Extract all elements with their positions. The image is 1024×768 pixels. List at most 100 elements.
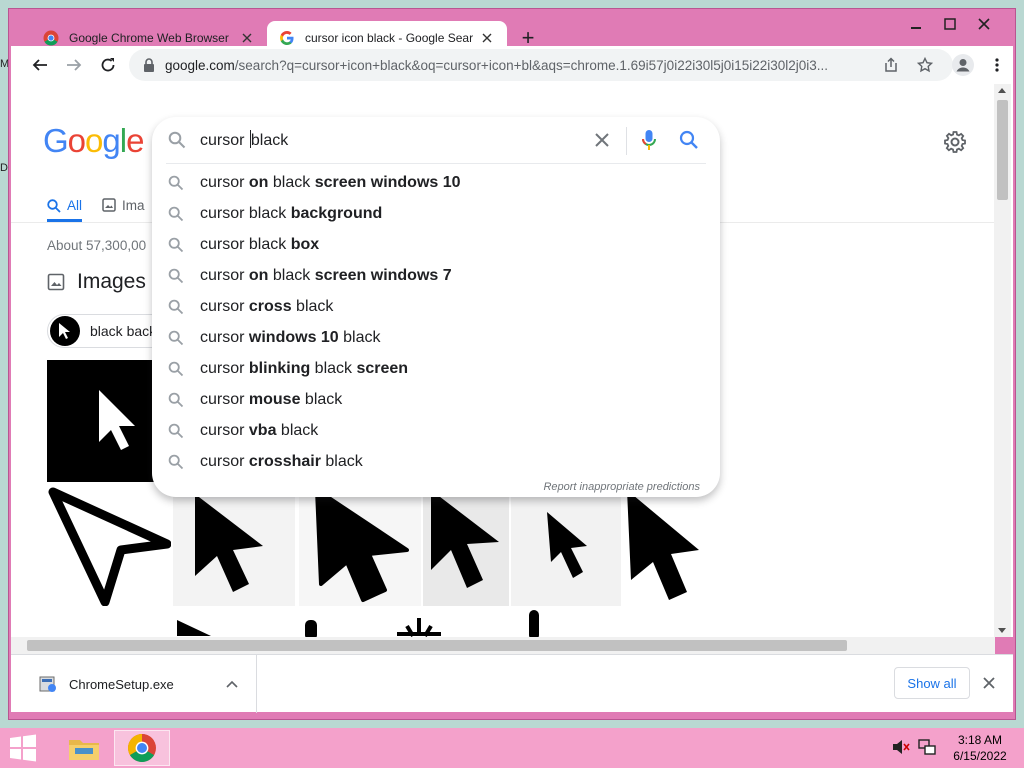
filter-chip[interactable]: black back xyxy=(47,314,170,348)
suggestion-item[interactable]: cursor mouse black xyxy=(152,384,720,415)
search-input[interactable]: cursor black xyxy=(200,130,288,150)
suggestion-list: cursor on black screen windows 10 cursor … xyxy=(152,167,720,477)
google-logo[interactable]: Google xyxy=(43,122,144,160)
search-icon xyxy=(168,175,184,190)
volume-muted-icon[interactable] xyxy=(892,738,910,756)
suggestion-item[interactable]: cursor on black screen windows 7 xyxy=(152,260,720,291)
images-section-heading: Images xyxy=(47,270,146,294)
suggestion-part: black xyxy=(310,359,357,377)
image-result[interactable] xyxy=(623,484,699,606)
download-item[interactable]: ChromeSetup.exe xyxy=(11,655,257,713)
vertical-scrollbar[interactable] xyxy=(994,84,1011,637)
suggestion-item[interactable]: cursor vba black xyxy=(152,415,720,446)
tab-close-button[interactable] xyxy=(239,30,255,46)
clear-search-icon[interactable] xyxy=(592,130,612,150)
search-submit-icon[interactable] xyxy=(679,130,699,150)
microphone-icon[interactable] xyxy=(641,129,657,151)
suggestion-bold-part: vba xyxy=(248,421,277,439)
maximize-icon xyxy=(944,18,956,30)
file-explorer-button[interactable] xyxy=(56,730,112,766)
taskbar-clock[interactable]: 3:18 AM 6/15/2022 xyxy=(948,732,1012,764)
cursor-arrow-icon xyxy=(431,490,499,588)
suggestion-text: cursor blinking black screen xyxy=(200,360,408,378)
system-tray xyxy=(892,738,936,756)
logo-letter: o xyxy=(67,122,86,159)
scrollbar-thumb[interactable] xyxy=(997,100,1008,200)
suggestion-part: cursor xyxy=(200,359,249,377)
image-result[interactable] xyxy=(173,484,295,606)
show-all-downloads-button[interactable]: Show all xyxy=(894,667,970,699)
suggestion-text: cursor cross black xyxy=(200,298,333,316)
maximize-button[interactable] xyxy=(937,13,963,35)
search-box-separator xyxy=(626,127,627,155)
search-icon xyxy=(168,330,184,345)
suggestion-item[interactable]: cursor cross black xyxy=(152,291,720,322)
address-bar[interactable]: google.com/search?q=cursor+icon+black&oq… xyxy=(129,49,999,81)
image-result[interactable] xyxy=(299,484,421,606)
report-predictions-link[interactable]: Report inappropriate predictions xyxy=(543,481,700,493)
bookmark-button[interactable] xyxy=(913,53,937,77)
share-icon xyxy=(885,57,897,72)
scroll-up-arrow-icon[interactable] xyxy=(998,88,1006,93)
horizontal-scrollbar[interactable] xyxy=(11,637,995,654)
menu-button[interactable] xyxy=(985,53,1009,77)
browser-window: Google Chrome Web Browser cursor icon bl… xyxy=(8,8,1016,720)
suggestion-item[interactable]: cursor blinking black screen xyxy=(152,353,720,384)
close-icon xyxy=(482,33,492,42)
forward-button[interactable] xyxy=(59,50,89,80)
close-downloads-bar-icon[interactable] xyxy=(979,673,999,693)
lock-icon xyxy=(144,58,154,72)
suggestion-part: cursor xyxy=(200,173,249,191)
suggestion-item[interactable]: cursor windows 10 black xyxy=(152,322,720,353)
suggestion-item[interactable]: cursor black box xyxy=(152,229,720,260)
suggestion-text: cursor black box xyxy=(200,236,319,254)
scroll-down-arrow-icon[interactable] xyxy=(998,628,1006,633)
close-window-button[interactable] xyxy=(971,13,997,35)
windows-start-icon[interactable] xyxy=(8,734,38,762)
minimize-button[interactable] xyxy=(903,13,929,35)
window-controls xyxy=(903,13,997,35)
minimize-icon xyxy=(911,27,921,29)
reload-button[interactable] xyxy=(93,50,123,80)
download-file-name: ChromeSetup.exe xyxy=(69,676,174,692)
suggestion-bold-part: windows 10 xyxy=(248,328,339,346)
chrome-taskbar-button[interactable] xyxy=(114,730,170,766)
back-arrow-icon xyxy=(32,59,47,71)
network-icon[interactable] xyxy=(918,738,936,756)
search-icon xyxy=(168,237,184,252)
suggestion-item[interactable]: cursor crosshair black xyxy=(152,446,720,477)
image-result[interactable] xyxy=(47,484,171,606)
logo-letter: g xyxy=(102,122,120,159)
download-options-button[interactable] xyxy=(222,674,242,694)
search-icon xyxy=(168,131,186,149)
suggestion-part: black xyxy=(268,173,315,191)
image-result[interactable] xyxy=(511,484,621,606)
suggestion-bold-part: box xyxy=(290,235,320,253)
close-icon xyxy=(242,33,252,42)
tab-title: Google Chrome Web Browser xyxy=(69,30,229,45)
image-icon xyxy=(47,273,65,291)
image-result[interactable] xyxy=(423,484,509,606)
logo-letter: e xyxy=(126,122,144,159)
suggestion-part: cursor xyxy=(200,421,249,439)
profile-button[interactable] xyxy=(951,53,975,77)
search-icon xyxy=(168,392,184,407)
suggestion-bold-part: on xyxy=(248,173,269,191)
search-icon xyxy=(168,206,184,221)
suggestion-part: black xyxy=(268,266,315,284)
settings-gear-icon[interactable] xyxy=(943,130,967,154)
share-button[interactable] xyxy=(879,53,903,77)
back-button[interactable] xyxy=(25,50,55,80)
tab-images[interactable]: Ima xyxy=(102,192,145,218)
suggestion-item[interactable]: cursor on black screen windows 10 xyxy=(152,167,720,198)
suggestion-bold-part: background xyxy=(290,204,383,222)
tab-close-button[interactable] xyxy=(479,30,495,46)
query-before-caret: cursor xyxy=(200,132,249,149)
suggestion-item[interactable]: cursor black background xyxy=(152,198,720,229)
cursor-arrow-icon xyxy=(547,512,587,578)
image-result[interactable] xyxy=(47,360,167,482)
tab-all[interactable]: All xyxy=(47,192,83,222)
suggestion-part: cursor xyxy=(200,328,249,346)
cursor-arrow-icon xyxy=(59,323,70,339)
scrollbar-thumb[interactable] xyxy=(27,640,847,651)
